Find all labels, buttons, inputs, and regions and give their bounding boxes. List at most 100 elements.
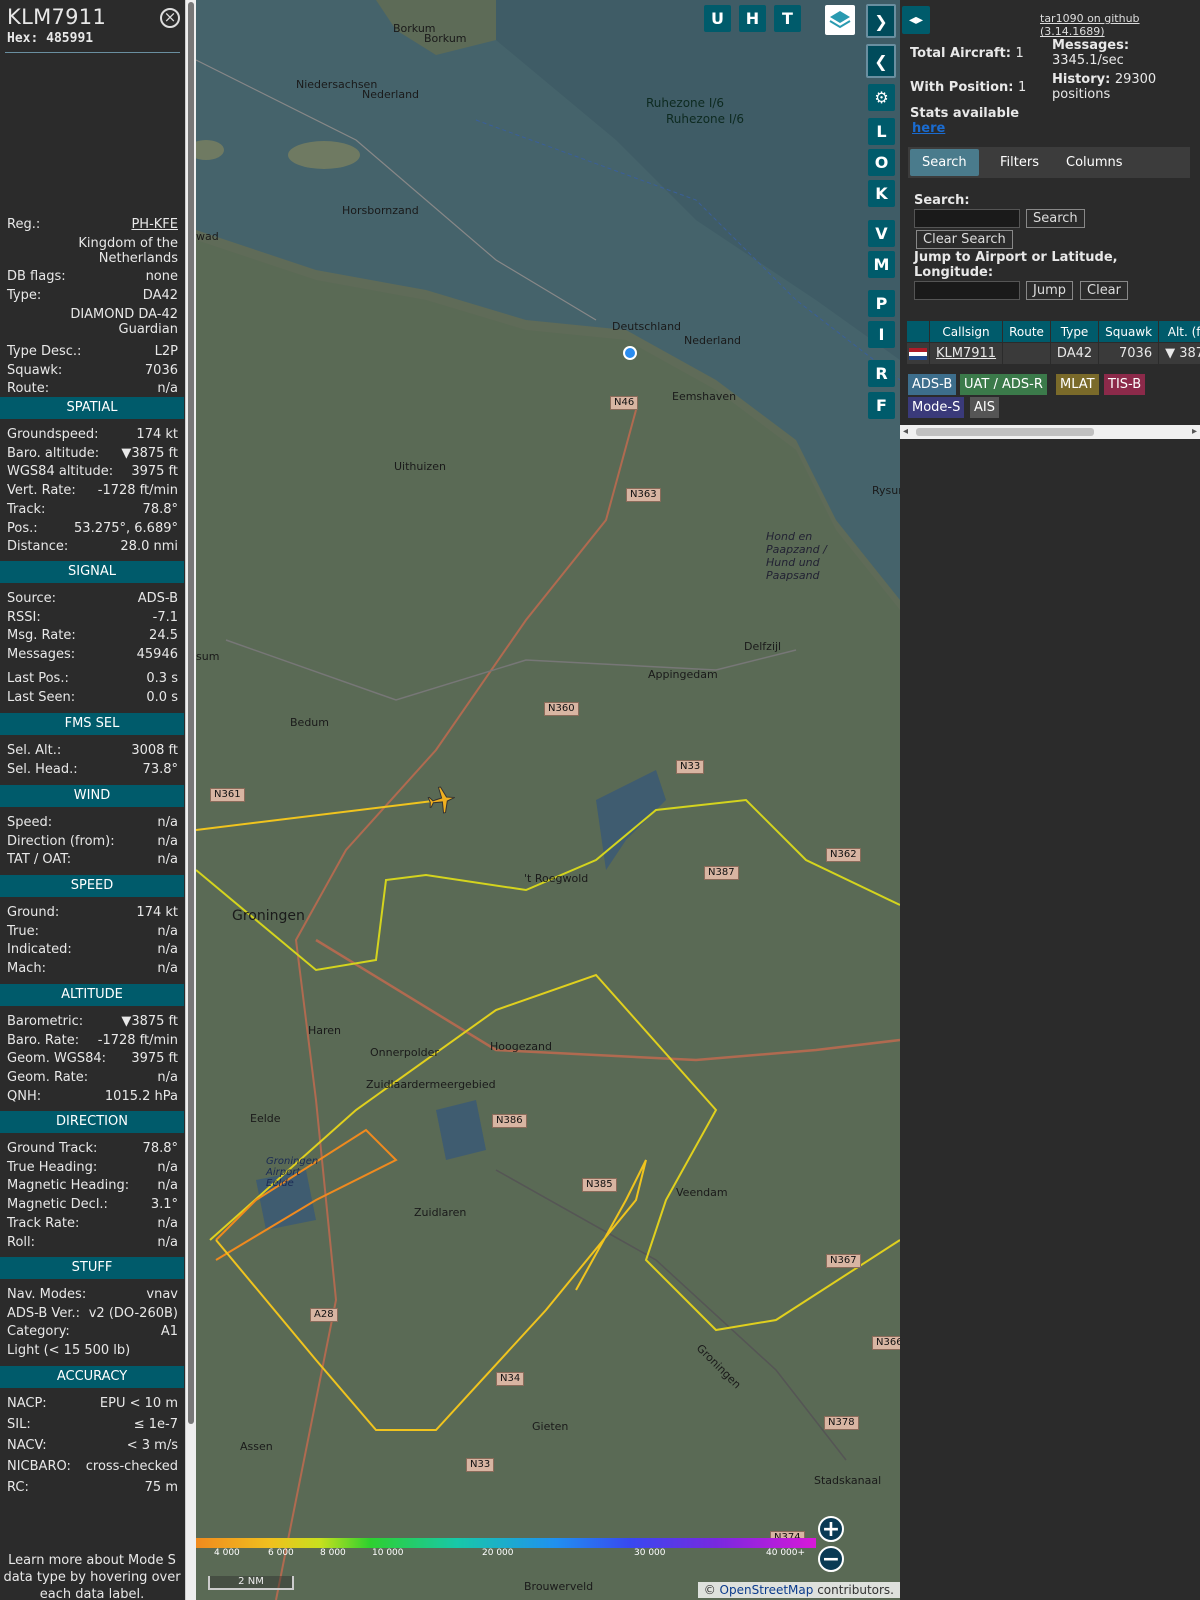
detail-key: Distance: xyxy=(7,539,69,555)
map-button-o[interactable]: O xyxy=(868,149,895,176)
source-chip-tis-b[interactable]: TIS-B xyxy=(1104,374,1146,395)
tab-filters[interactable]: Filters xyxy=(988,149,1051,176)
road-shield: N362 xyxy=(826,848,861,862)
detail-key: Type Desc.: xyxy=(7,344,82,359)
map-place-label: 't Roegwold xyxy=(524,872,589,885)
clear-button[interactable]: Clear xyxy=(1080,281,1128,300)
detail-row: Baro. altitude: ▼3875 ft xyxy=(7,446,178,461)
map-place-label: Assen xyxy=(240,1440,273,1453)
map-button-u[interactable]: U xyxy=(704,5,731,32)
detail-key: Messages: xyxy=(7,647,76,663)
detail-row: SIL: ≤ 1e-7 xyxy=(7,1417,178,1432)
settings-button[interactable]: ⚙ xyxy=(868,84,895,111)
callsign-cell[interactable]: KLM7911 xyxy=(928,342,1004,365)
hscroll-thumb[interactable] xyxy=(916,428,1094,436)
detail-row: Category: A1 xyxy=(7,1324,178,1339)
detail-value[interactable]: PH-KFE xyxy=(131,217,178,232)
map-button-v[interactable]: V xyxy=(868,220,895,247)
section-header-speed: SPEED xyxy=(0,875,184,897)
detail-key: Msg. Rate: xyxy=(7,628,76,644)
detail-value: 24.5 xyxy=(149,628,178,644)
github-link[interactable]: tar1090 on github (3.14.1689) xyxy=(1040,12,1200,38)
map-button-l[interactable]: L xyxy=(868,118,895,145)
section-header-direction: DIRECTION xyxy=(0,1111,184,1133)
source-chip-mode-s[interactable]: Mode-S xyxy=(908,397,965,418)
source-chip-mlat[interactable]: MLAT xyxy=(1056,374,1099,395)
expand-right-button[interactable]: ❯ xyxy=(866,4,896,38)
map-place-label: Appingedam xyxy=(648,668,718,681)
detail-key: Sel. Alt.: xyxy=(7,743,62,758)
tab-search[interactable]: Search xyxy=(910,149,979,176)
map-place-label: Uithuizen xyxy=(394,460,446,473)
detail-row: Light (< 15 500 lb) xyxy=(7,1343,178,1358)
detail-row: Direction (from): n/a xyxy=(7,834,178,849)
scrollbar-thumb[interactable] xyxy=(188,2,194,1424)
table-hscrollbar[interactable]: ◂ ▸ xyxy=(900,425,1200,439)
source-chip-ais[interactable]: AIS xyxy=(970,397,999,418)
legend-tick: 4 000 xyxy=(214,1548,240,1558)
divider xyxy=(5,52,180,53)
detail-value: 28.0 nmi xyxy=(120,539,178,555)
detail-key: Sel. Head.: xyxy=(7,761,78,777)
column-header[interactable]: Callsign xyxy=(928,320,1004,343)
detail-row: Track: 78.8° xyxy=(7,502,178,517)
aircraft-icon[interactable] xyxy=(427,785,457,815)
map-button-t[interactable]: T xyxy=(774,5,801,32)
road-shield: N366 xyxy=(872,1336,900,1350)
search-input[interactable] xyxy=(914,209,1020,228)
osm-link[interactable]: OpenStreetMap xyxy=(720,1583,814,1597)
map-button-h[interactable]: H xyxy=(739,5,766,32)
map-button-r[interactable]: R xyxy=(868,360,895,387)
jump-label: Jump to Airport or Latitude, Longitude: xyxy=(914,250,1118,280)
search-button[interactable]: Search xyxy=(1026,209,1085,228)
detail-key: WGS84 altitude: xyxy=(7,464,114,480)
flag-column-header[interactable] xyxy=(906,320,930,343)
detail-value: DA42 xyxy=(142,288,178,303)
map-place-label: Ruhezone I/6 xyxy=(646,96,725,110)
column-header[interactable]: Alt. (ft) xyxy=(1158,320,1200,343)
detail-key: Geom. WGS84: xyxy=(7,1051,107,1067)
clear-search-button[interactable]: Clear Search xyxy=(916,230,1013,249)
detail-value: 174 kt xyxy=(136,427,178,442)
map-button-i[interactable]: I xyxy=(868,321,895,348)
detail-row: Sel. Head.: 73.8° xyxy=(7,762,178,777)
detail-value: DIAMOND DA-42 Guardian xyxy=(70,307,178,337)
jump-input[interactable] xyxy=(914,281,1020,300)
map-button-m[interactable]: M xyxy=(868,251,895,278)
map-button-f[interactable]: F xyxy=(868,392,895,419)
scroll-right-icon[interactable]: ▸ xyxy=(1192,425,1197,439)
map-view[interactable]: Borkum Borkum Niedersachsen Nederland Ruhezo… xyxy=(196,0,900,1600)
legend-tick: 8 000 xyxy=(320,1548,346,1558)
info-scrollbar[interactable] xyxy=(185,0,196,1600)
stats-link[interactable]: here xyxy=(912,121,945,136)
detail-value: n/a xyxy=(157,942,178,958)
scroll-left-icon[interactable]: ◂ xyxy=(903,425,908,439)
detail-row: Route: n/a xyxy=(7,381,178,396)
detail-row: True: n/a xyxy=(7,924,178,939)
map-button-p[interactable]: P xyxy=(868,290,895,317)
zoom-out-button[interactable]: − xyxy=(818,1546,844,1572)
jump-button[interactable]: Jump xyxy=(1026,281,1073,300)
detail-row: Distance: 28.0 nmi xyxy=(7,539,178,554)
detail-row: Last Pos.: 0.3 s xyxy=(7,671,178,686)
map-button-k[interactable]: K xyxy=(868,180,895,207)
collapse-left-button[interactable]: ❮ xyxy=(866,44,896,78)
detail-key: Source: xyxy=(7,591,57,606)
zoom-in-button[interactable]: + xyxy=(818,1516,844,1542)
source-chip-ads-b[interactable]: ADS-B xyxy=(908,374,957,395)
detail-row: Vert. Rate: -1728 ft/min xyxy=(7,483,178,498)
detail-row: Sel. Alt.: 3008 ft xyxy=(7,743,178,758)
layers-button[interactable] xyxy=(825,5,855,35)
map-place-label: Borkum xyxy=(424,32,467,45)
table-row[interactable]: KLM7911 DA42 7036 ▼ 3875 xyxy=(906,342,1200,365)
column-header[interactable]: Type xyxy=(1049,320,1100,343)
detail-row: Source: ADS-B xyxy=(7,591,178,606)
detail-value: < 3 m/s xyxy=(126,1438,178,1453)
column-header[interactable]: Route xyxy=(1002,320,1051,343)
detail-row: Geom. WGS84: 3975 ft xyxy=(7,1051,178,1066)
source-chip-uat-ads-r[interactable]: UAT / ADS-R xyxy=(960,374,1047,395)
tab-columns[interactable]: Columns xyxy=(1054,149,1135,176)
column-header[interactable]: Squawk xyxy=(1098,320,1160,343)
close-icon[interactable]: × xyxy=(160,8,180,28)
panel-toggle-button[interactable]: ◂▸ xyxy=(902,6,930,34)
